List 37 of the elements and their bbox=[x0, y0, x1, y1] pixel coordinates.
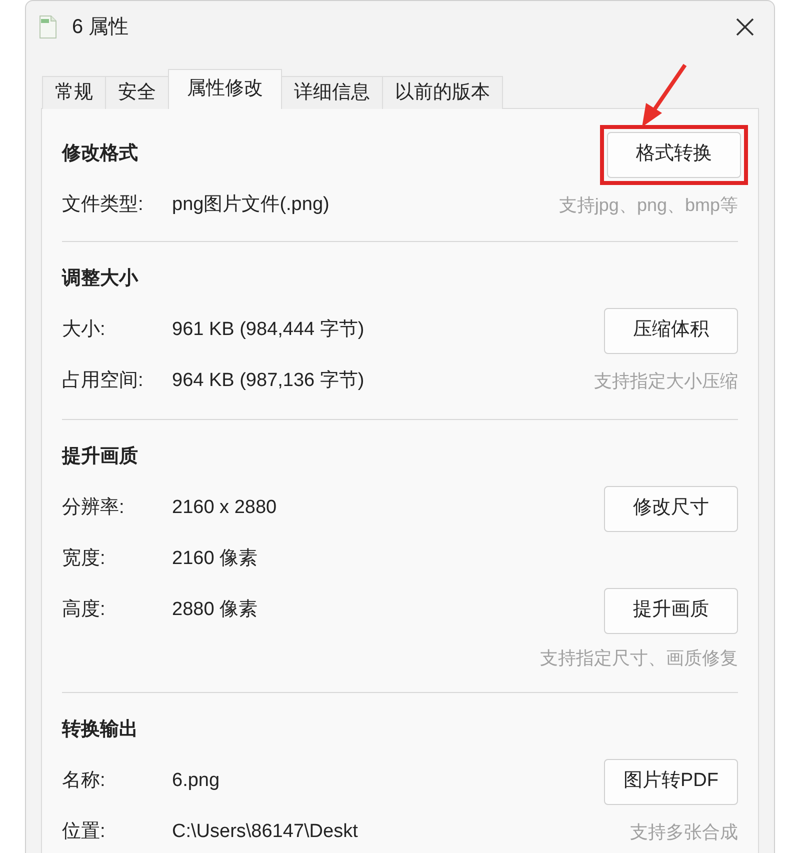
action-button[interactable]: 提升画质 bbox=[604, 588, 738, 634]
field-label: 分辨率: bbox=[62, 496, 126, 520]
field-value: 6.png bbox=[172, 769, 220, 794]
tab[interactable]: 安全 bbox=[105, 76, 169, 109]
field-label: 宽度: bbox=[62, 547, 106, 572]
action-button[interactable]: 图片转PDF bbox=[604, 758, 738, 804]
field-value: 2160 x 2880 bbox=[172, 496, 277, 520]
field-value: 964 KB (987,136 字节) bbox=[172, 369, 364, 394]
field-label: 文件类型: bbox=[62, 193, 144, 218]
section-title: 转换输出 bbox=[62, 718, 138, 742]
action-button[interactable]: 格式转换 bbox=[607, 132, 741, 178]
hint-text: 支持jpg、png、bmp等 bbox=[558, 194, 738, 217]
field-label: 位置: bbox=[62, 820, 106, 844]
section-title: 修改格式 bbox=[62, 142, 138, 166]
field-label: 高度: bbox=[62, 598, 106, 622]
hint-text: 支持多张合成 bbox=[630, 821, 738, 844]
hint-text: 支持指定尺寸、画质修复 bbox=[540, 646, 738, 670]
hint-text: 支持指定大小压缩 bbox=[594, 370, 738, 393]
tab[interactable]: 常规 bbox=[42, 76, 106, 109]
tab[interactable]: 详细信息 bbox=[281, 76, 383, 109]
field-value: C:\Users\86147\Deskt bbox=[172, 820, 358, 844]
section-title: 调整大小 bbox=[62, 267, 138, 292]
window-title: 6 属性 bbox=[72, 15, 129, 40]
close-icon bbox=[735, 17, 755, 37]
action-button[interactable]: 压缩体积 bbox=[604, 308, 738, 354]
tab[interactable]: 以前的版本 bbox=[382, 76, 503, 109]
field-label: 名称: bbox=[62, 769, 106, 794]
field-value: 2160 像素 bbox=[172, 547, 258, 572]
file-icon bbox=[38, 15, 58, 39]
tab[interactable]: 属性修改 bbox=[168, 69, 282, 109]
field-value: 2880 像素 bbox=[172, 598, 258, 622]
action-button[interactable]: 修改尺寸 bbox=[604, 486, 738, 532]
field-value: 961 KB (984,444 字节) bbox=[172, 318, 364, 342]
field-label: 大小: bbox=[62, 318, 106, 342]
section-title: 提升画质 bbox=[62, 444, 138, 470]
field-value: png图片文件(.png) bbox=[172, 193, 330, 218]
field-label: 占用空间: bbox=[62, 369, 144, 394]
